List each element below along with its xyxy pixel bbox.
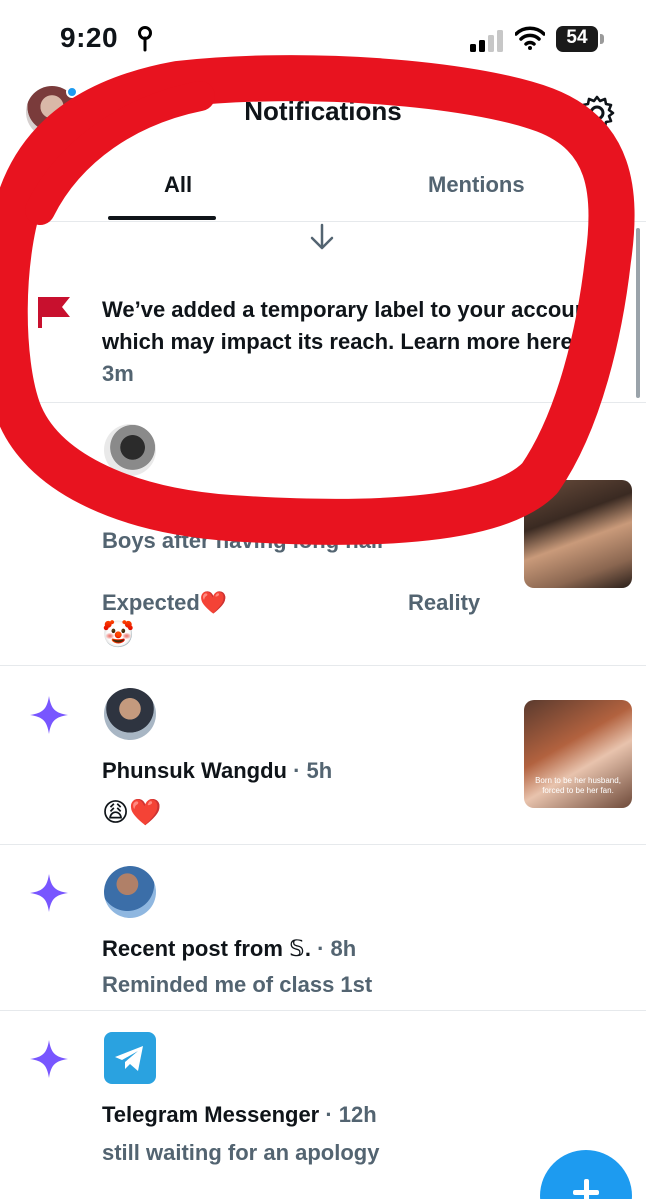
notification-title: l… 1h <box>102 492 162 510</box>
status-bar: 9:20 54 <box>0 0 646 80</box>
sparkle-icon <box>30 874 68 912</box>
clown-emoji: 🤡 <box>102 620 135 650</box>
notification-author[interactable]: Phunsuk Wangdu <box>102 758 287 783</box>
user-avatar[interactable] <box>104 866 156 918</box>
scrollbar[interactable] <box>636 228 640 398</box>
compose-button[interactable] <box>540 1150 632 1199</box>
heart-emoji: ❤️ <box>199 591 228 616</box>
divider <box>0 1010 646 1011</box>
reality-label: Reality <box>408 590 481 615</box>
cellular-signal-icon <box>470 30 503 52</box>
notification-author[interactable]: Recent post from 𝕊. <box>102 936 311 961</box>
notification-title: Telegram Messenger · 12h <box>102 1102 377 1128</box>
status-time: 9:20 <box>60 22 119 53</box>
sparkle-icon <box>30 1040 68 1078</box>
flag-icon <box>38 297 70 328</box>
battery-level: 54 <box>566 27 588 48</box>
notification-text: Reminded me of class 1st <box>102 972 373 997</box>
notification-time: · 5h <box>286 758 333 783</box>
notification-text: Boys after having long hair <box>102 528 386 553</box>
user-avatar[interactable] <box>104 424 156 476</box>
tab-all[interactable]: All <box>164 172 192 198</box>
notification-author[interactable]: Telegram Messenger <box>102 1102 319 1127</box>
user-avatar[interactable] <box>104 688 156 740</box>
telegram-logo-icon[interactable] <box>104 1032 156 1084</box>
telegram-plane-icon <box>115 1046 143 1071</box>
battery-cap <box>600 34 604 44</box>
thumbnail-caption: Born to be her husband, forced to be her… <box>535 776 621 795</box>
arrow-down-icon[interactable] <box>309 222 335 252</box>
expected-label: Expected❤️ <box>102 590 227 616</box>
notification-time: · 12h <box>319 1102 377 1127</box>
post-thumbnail[interactable]: Born to be her husband, forced to be her… <box>524 700 632 808</box>
plus-icon-stem <box>584 1179 589 1199</box>
divider <box>0 665 646 666</box>
location-pin-icon <box>138 26 152 52</box>
notification-text: still waiting for an apology <box>102 1140 380 1165</box>
tab-mentions[interactable]: Mentions <box>428 172 525 198</box>
sparkle-icon <box>30 434 68 472</box>
reaction-emoji: 😩❤️ <box>102 798 162 828</box>
notification-time: · 8h <box>310 936 357 961</box>
label-notice-text[interactable]: We’ve added a temporary label to your ac… <box>102 297 596 354</box>
sparkle-icon <box>30 696 68 734</box>
expected-text: Expected <box>102 590 200 615</box>
settings-gear-icon[interactable] <box>578 94 616 132</box>
label-notice[interactable]: We’ve added a temporary label to your ac… <box>102 294 622 390</box>
tab-bar: All Mentions <box>0 160 646 222</box>
divider <box>0 402 646 403</box>
notification-title: Recent post from 𝕊. · 8h <box>102 936 356 962</box>
page-title: Notifications <box>244 96 402 126</box>
wifi-icon <box>515 26 545 50</box>
divider <box>0 844 646 845</box>
notification-title: Phunsuk Wangdu · 5h <box>102 758 332 784</box>
post-thumbnail[interactable] <box>524 480 632 588</box>
active-tab-indicator <box>108 216 216 220</box>
battery-icon: 54 <box>556 26 604 52</box>
